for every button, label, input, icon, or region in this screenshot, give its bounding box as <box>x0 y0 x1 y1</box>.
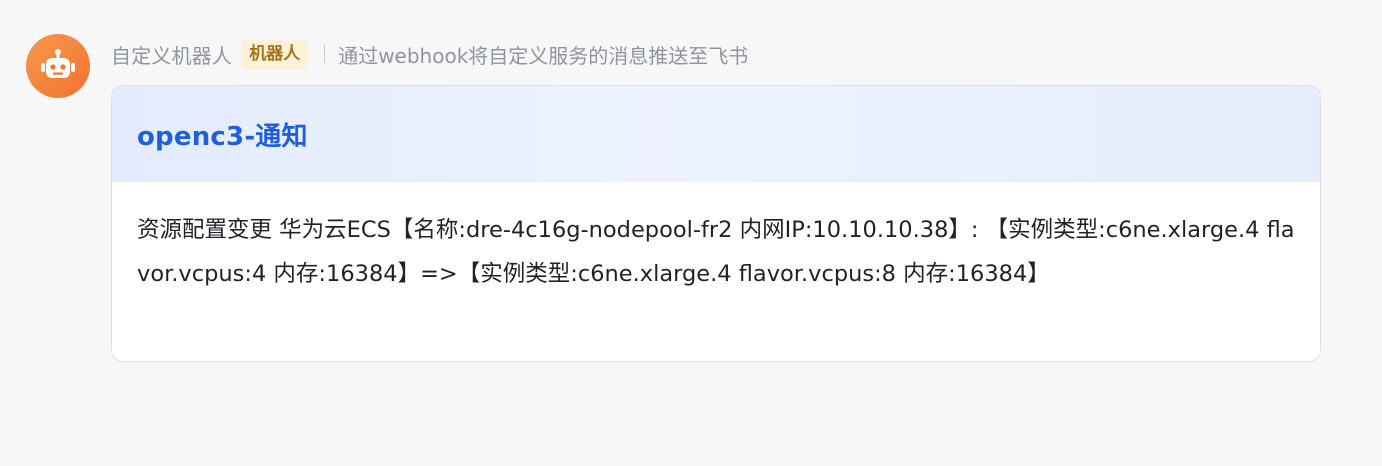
sender-description: 通过webhook将自定义服务的消息推送至飞书 <box>338 43 749 68</box>
header-divider <box>324 45 326 63</box>
card-body-text: 资源配置变更 华为云ECS【名称:dre-4c16g-nodepool-fr2 … <box>137 217 1295 287</box>
card-header: openc3-通知 <box>112 86 1320 182</box>
card-title: openc3-通知 <box>137 121 308 152</box>
sender-avatar[interactable] <box>26 34 90 98</box>
message-header: 自定义机器人 机器人 通过webhook将自定义服务的消息推送至飞书 <box>111 38 748 70</box>
message-card: openc3-通知 资源配置变更 华为云ECS【名称:dre-4c16g-nod… <box>111 85 1321 362</box>
bot-badge: 机器人 <box>241 39 309 69</box>
sender-name[interactable]: 自定义机器人 <box>111 40 232 69</box>
robot-icon <box>41 49 75 78</box>
